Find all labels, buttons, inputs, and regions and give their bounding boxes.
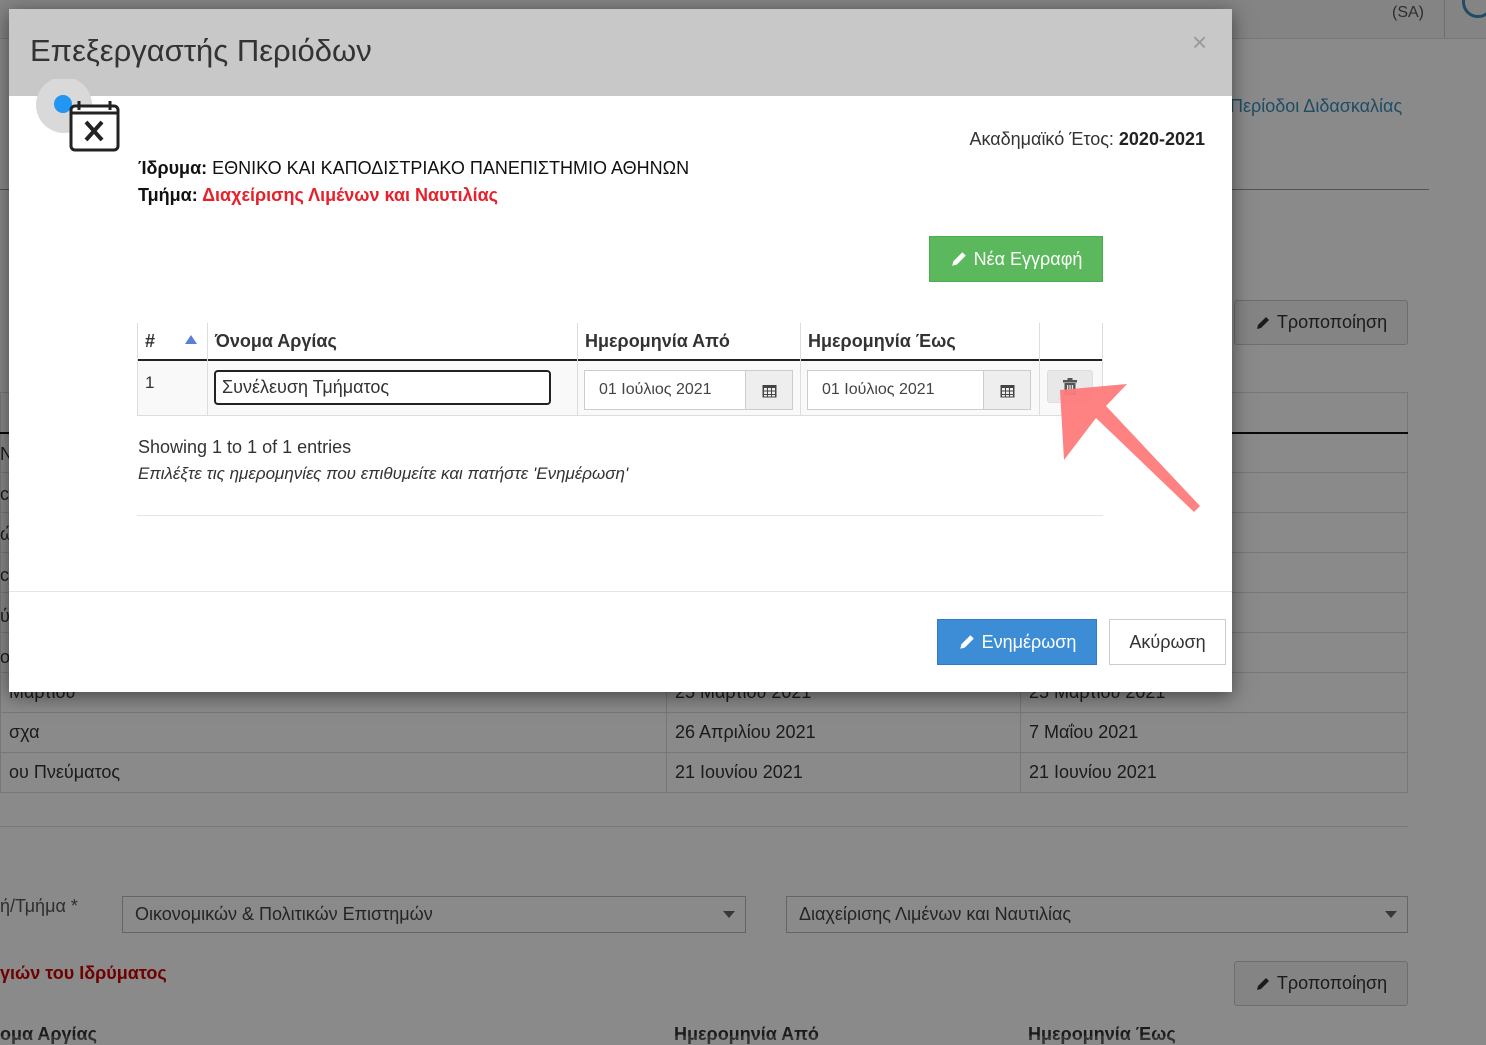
date-from-picker bbox=[584, 370, 793, 410]
academic-year: Ακαδημαϊκό Έτος: 2020-2021 bbox=[969, 129, 1205, 150]
cancel-button[interactable]: Ακύρωση bbox=[1109, 619, 1226, 665]
column-header-number[interactable]: # bbox=[137, 323, 207, 361]
column-divider bbox=[577, 323, 578, 416]
institution-value: ΕΘΝΙΚΟ ΚΑΙ ΚΑΠΟΔΙΣΤΡΙΑΚΟ ΠΑΝΕΠΙΣΤΗΜΙΟ ΑΘ… bbox=[212, 158, 690, 178]
column-header-label: Ημερομηνία Από bbox=[585, 330, 730, 351]
date-from-calendar-button[interactable] bbox=[745, 371, 792, 409]
hint-text: Επιλέξτε τις ημερομηνίες που επιθυμείτε … bbox=[138, 464, 629, 483]
date-to-input[interactable] bbox=[808, 371, 986, 409]
date-to-picker bbox=[807, 370, 1031, 410]
row-number: 1 bbox=[145, 373, 155, 392]
pencil-icon bbox=[959, 635, 974, 649]
table-info: Showing 1 to 1 of 1 entries bbox=[138, 437, 352, 457]
row-number-cell: 1 bbox=[137, 361, 207, 416]
calendar-icon bbox=[762, 384, 776, 397]
pencil-icon bbox=[951, 252, 966, 266]
column-header-label: # bbox=[145, 330, 156, 351]
department-value: Διαχείρισης Λιμένων και Ναυτιλίας bbox=[202, 185, 499, 205]
close-icon[interactable]: × bbox=[1192, 27, 1207, 58]
update-label: Ενημέρωση bbox=[981, 631, 1077, 652]
date-from-cell bbox=[577, 361, 800, 416]
modal-title: Επεξεργαστής Περιόδων bbox=[30, 33, 372, 68]
calendar-x-icon bbox=[36, 79, 120, 152]
date-from-input[interactable] bbox=[585, 371, 748, 409]
column-divider bbox=[137, 323, 138, 416]
holiday-name-cell bbox=[207, 361, 577, 416]
column-header-label: Όνομα Αργίας bbox=[215, 330, 337, 351]
periods-editor-modal: Επεξεργαστής Περιόδων × Ακαδημαϊκό Έτος:… bbox=[9, 9, 1232, 692]
column-divider bbox=[1102, 323, 1103, 416]
update-button[interactable]: Ενημέρωση bbox=[937, 619, 1097, 665]
column-header-name[interactable]: Όνομα Αργίας bbox=[207, 323, 577, 361]
academic-year-label: Ακαδημαϊκό Έτος: bbox=[969, 129, 1114, 149]
holidays-table: # Όνομα Αργίας Ημερομηνία Από Ημερομηνία… bbox=[137, 323, 1103, 416]
date-to-calendar-button[interactable] bbox=[983, 371, 1030, 409]
column-header-label: Ημερομηνία Έως bbox=[808, 330, 956, 351]
modal-header: Επεξεργαστής Περιόδων × bbox=[9, 9, 1232, 96]
column-divider bbox=[1039, 323, 1040, 416]
cancel-label: Ακύρωση bbox=[1129, 631, 1206, 652]
institution-label: Ίδρυμα: bbox=[138, 158, 208, 178]
calendar-icon bbox=[1000, 384, 1014, 397]
new-entry-button[interactable]: Νέα Εγγραφή bbox=[929, 236, 1103, 282]
trash-icon bbox=[1063, 378, 1077, 395]
new-entry-label: Νέα Εγγραφή bbox=[973, 248, 1083, 269]
modal-footer-divider bbox=[9, 591, 1232, 592]
holiday-name-input[interactable] bbox=[214, 370, 551, 405]
institution-line: Ίδρυμα: ΕΘΝΙΚΟ ΚΑΙ ΚΑΠΟΔΙΣΤΡΙΑΚΟ ΠΑΝΕΠΙΣ… bbox=[138, 158, 689, 179]
sort-asc-icon bbox=[185, 335, 197, 344]
column-divider bbox=[800, 323, 801, 416]
column-header-from[interactable]: Ημερομηνία Από bbox=[577, 323, 800, 361]
column-divider bbox=[207, 323, 208, 416]
department-line: Τμήμα: Διαχείρισης Λιμένων και Ναυτιλίας bbox=[138, 185, 498, 206]
delete-row-button[interactable] bbox=[1047, 370, 1093, 403]
department-label: Τμήμα: bbox=[138, 185, 198, 205]
date-to-cell bbox=[800, 361, 1039, 416]
divider bbox=[137, 515, 1103, 516]
academic-year-value: 2020-2021 bbox=[1118, 129, 1205, 149]
column-header-to[interactable]: Ημερομηνία Έως bbox=[800, 323, 1039, 361]
column-header-actions bbox=[1039, 323, 1103, 361]
actions-cell bbox=[1039, 361, 1103, 416]
